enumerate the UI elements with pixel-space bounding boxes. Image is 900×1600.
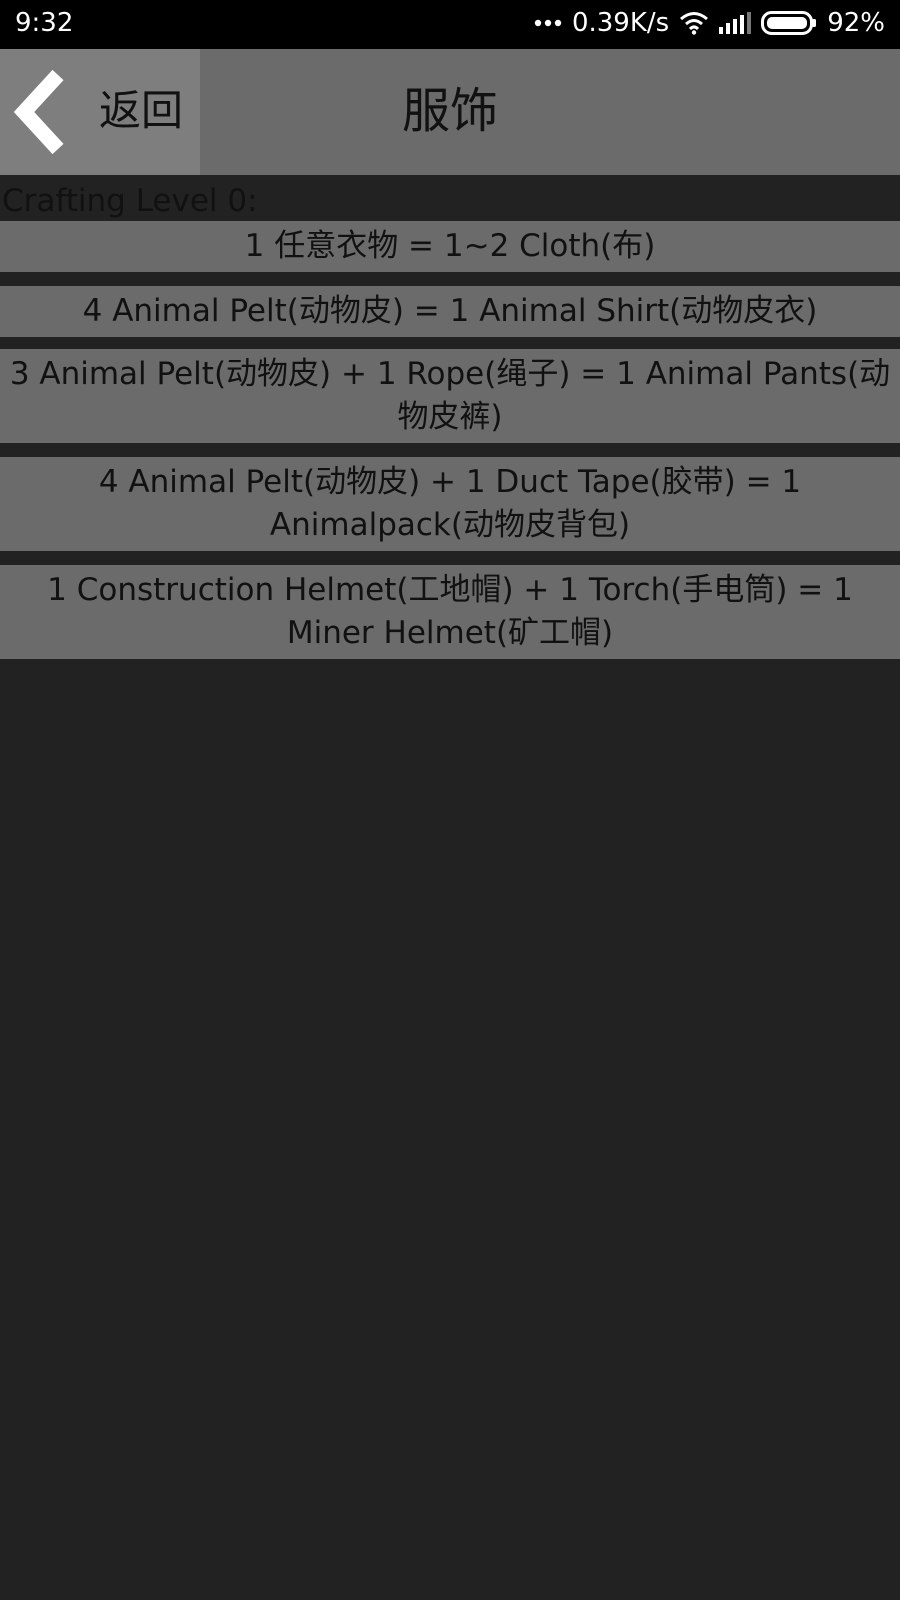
header-bar: 返回 服饰 <box>0 49 900 175</box>
list-item-text: 1 任意衣物 = 1~2 Cloth(布) <box>244 228 656 264</box>
network-speed: 0.39K/s <box>571 8 670 38</box>
battery-icon <box>761 11 817 35</box>
list-item[interactable]: 4 Animal Pelt(动物皮) = 1 Animal Shirt(动物皮衣… <box>0 286 900 337</box>
list-item[interactable]: 1 任意衣物 = 1~2 Cloth(布) <box>0 221 900 272</box>
list-item[interactable]: 1 Construction Helmet(工地帽) + 1 Torch(手电筒… <box>0 565 900 659</box>
list-item-text: 3 Animal Pelt(动物皮) + 1 Rope(绳子) = 1 Anim… <box>9 356 891 435</box>
wifi-icon <box>680 12 709 35</box>
chevron-left-icon <box>13 69 64 155</box>
status-icons: 0.39K/s 92% <box>534 8 885 38</box>
more-dots-icon <box>534 19 562 27</box>
list-item-text: 1 Construction Helmet(工地帽) + 1 Torch(手电筒… <box>47 572 853 651</box>
section-label: Crafting Level 0: <box>2 183 258 219</box>
status-bar: 9:32 0.39K/s 92% <box>0 0 900 49</box>
back-label: 返回 <box>99 86 184 135</box>
battery-percent: 92% <box>827 8 885 38</box>
status-time: 9:32 <box>15 8 74 38</box>
signal-icon <box>719 12 752 34</box>
list-item-text: 4 Animal Pelt(动物皮) = 1 Animal Shirt(动物皮衣… <box>82 293 818 329</box>
back-button[interactable]: 返回 <box>0 49 200 175</box>
list-item-text: 4 Animal Pelt(动物皮) + 1 Duct Tape(胶带) = 1… <box>98 464 802 543</box>
list-item[interactable]: 4 Animal Pelt(动物皮) + 1 Duct Tape(胶带) = 1… <box>0 457 900 551</box>
list-item[interactable]: 3 Animal Pelt(动物皮) + 1 Rope(绳子) = 1 Anim… <box>0 349 900 443</box>
